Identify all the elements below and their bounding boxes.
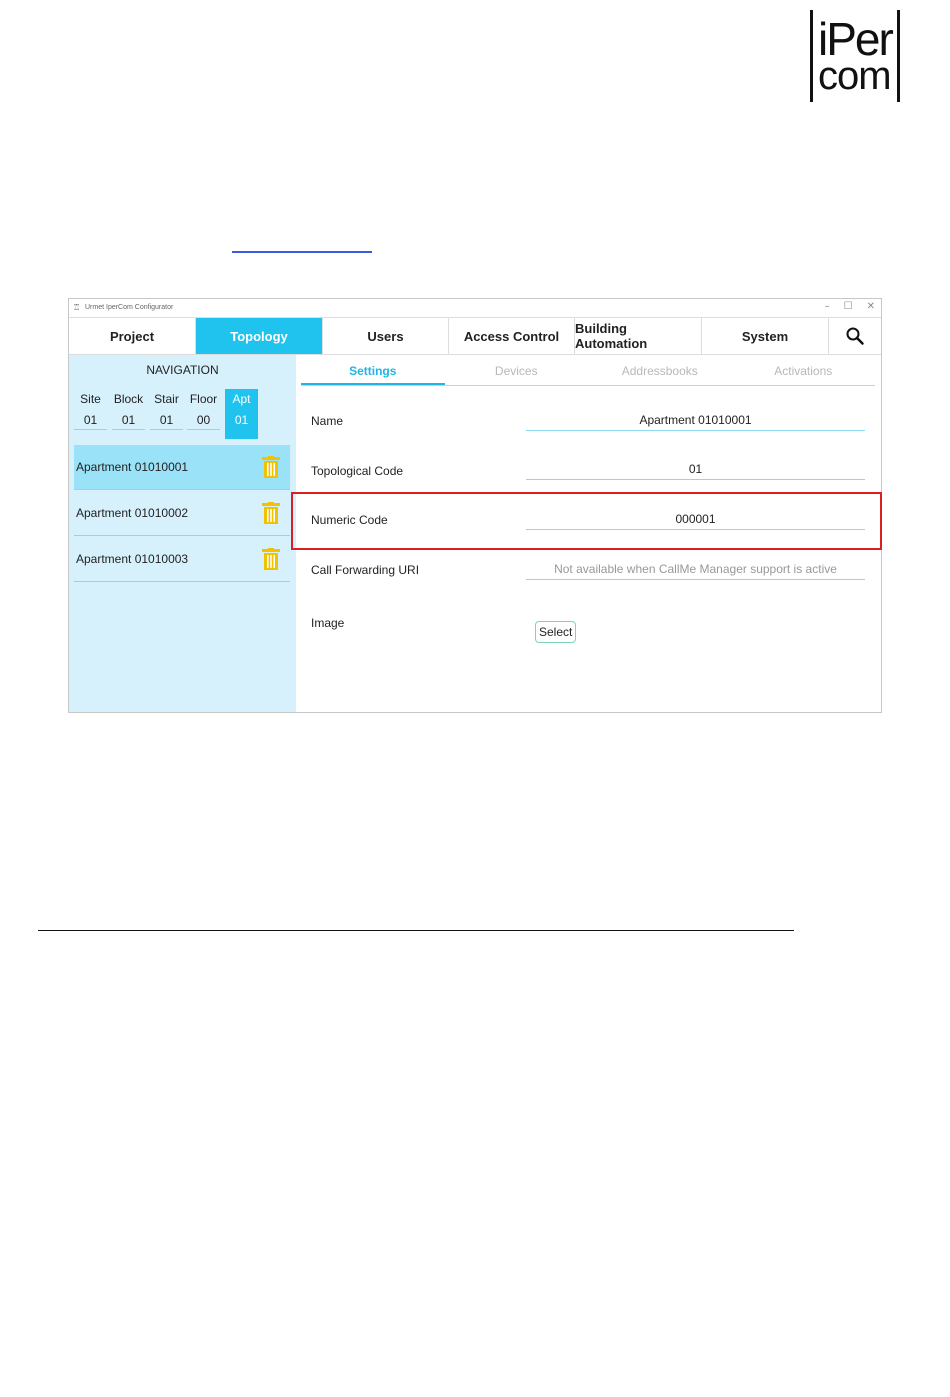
- footer-rule: [38, 930, 794, 931]
- image-label: Image: [311, 616, 345, 630]
- logo-text-line2: com: [818, 54, 892, 98]
- name-label: Name: [311, 414, 344, 428]
- menu-users[interactable]: Users: [323, 318, 449, 354]
- topology-floor-value: 00: [187, 409, 220, 430]
- topology-stair-label: Stair: [154, 392, 179, 406]
- apartment-list-item[interactable]: Apartment 01010003: [74, 537, 290, 582]
- window-titlebar: ♖ Urmet IperCom Configurator – ☐ ✕: [69, 299, 881, 317]
- apartment-name: Apartment 01010002: [76, 506, 189, 520]
- topology-block[interactable]: Block 01: [112, 389, 145, 439]
- numeric-code-highlight: [291, 492, 882, 550]
- maximize-icon[interactable]: ☐: [844, 301, 853, 312]
- logo-left-bar: [810, 10, 813, 102]
- topology-apt-value: 01: [234, 413, 249, 427]
- topology-site-value: 01: [74, 409, 107, 430]
- topology-floor[interactable]: Floor 00: [187, 389, 220, 439]
- topology-stair[interactable]: Stair 01: [150, 389, 183, 439]
- search-button[interactable]: [829, 318, 881, 354]
- window-controls: – ☐ ✕: [825, 301, 875, 312]
- topology-block-value: 01: [112, 409, 145, 430]
- topology-site[interactable]: Site 01: [74, 389, 107, 439]
- search-icon: [846, 327, 864, 345]
- topology-block-label: Block: [113, 392, 144, 406]
- logo-right-bar: [897, 10, 900, 102]
- hyperlink-underline[interactable]: [232, 251, 372, 253]
- menu-access-control[interactable]: Access Control: [449, 318, 575, 354]
- menu-topology[interactable]: Topology: [196, 318, 323, 354]
- trash-icon[interactable]: [262, 548, 280, 570]
- menu-project[interactable]: Project: [69, 318, 196, 354]
- tab-activations[interactable]: Activations: [732, 363, 876, 385]
- content-tabs: Settings Devices Addressbooks Activation…: [301, 363, 875, 386]
- topology-site-label: Site: [80, 392, 101, 406]
- brand-logo: iPer com: [810, 10, 900, 104]
- topological-code-label: Topological Code: [311, 464, 404, 478]
- navigation-title: NAVIGATION: [146, 363, 219, 377]
- apartment-list-item[interactable]: Apartment 01010002: [74, 491, 290, 536]
- topology-apt-label: Apt: [232, 392, 251, 406]
- trash-icon[interactable]: [262, 502, 280, 524]
- topology-floor-label: Floor: [189, 392, 218, 406]
- topology-apt[interactable]: Apt 01: [225, 389, 258, 439]
- name-field[interactable]: Apartment 01010001: [526, 412, 865, 431]
- tab-settings[interactable]: Settings: [301, 363, 445, 385]
- topological-code-field[interactable]: 01: [526, 461, 865, 480]
- menu-system[interactable]: System: [702, 318, 829, 354]
- minimize-icon[interactable]: –: [825, 301, 830, 312]
- menu-building-automation[interactable]: Building Automation: [575, 318, 702, 354]
- image-select-button[interactable]: Select: [535, 621, 577, 643]
- apartment-name: Apartment 01010001: [76, 460, 189, 474]
- topology-stair-value: 01: [150, 409, 183, 430]
- navigation-panel: NAVIGATION Site 01 Block 01 Stair 01 Flo…: [69, 355, 296, 712]
- apartment-name: Apartment 01010003: [76, 552, 189, 566]
- app-icon: ♖: [73, 303, 81, 312]
- close-icon[interactable]: ✕: [867, 301, 875, 312]
- window-title: Urmet IperCom Configurator: [85, 304, 174, 311]
- call-forwarding-field: Not available when CallMe Manager suppor…: [526, 561, 865, 580]
- tab-addressbooks[interactable]: Addressbooks: [588, 363, 732, 385]
- main-menu: Project Topology Users Access Control Bu…: [69, 317, 881, 355]
- call-forwarding-label: Call Forwarding URI: [311, 563, 420, 577]
- trash-icon[interactable]: [262, 456, 280, 478]
- tab-devices[interactable]: Devices: [445, 363, 589, 385]
- apartment-list-item[interactable]: Apartment 01010001: [74, 445, 290, 490]
